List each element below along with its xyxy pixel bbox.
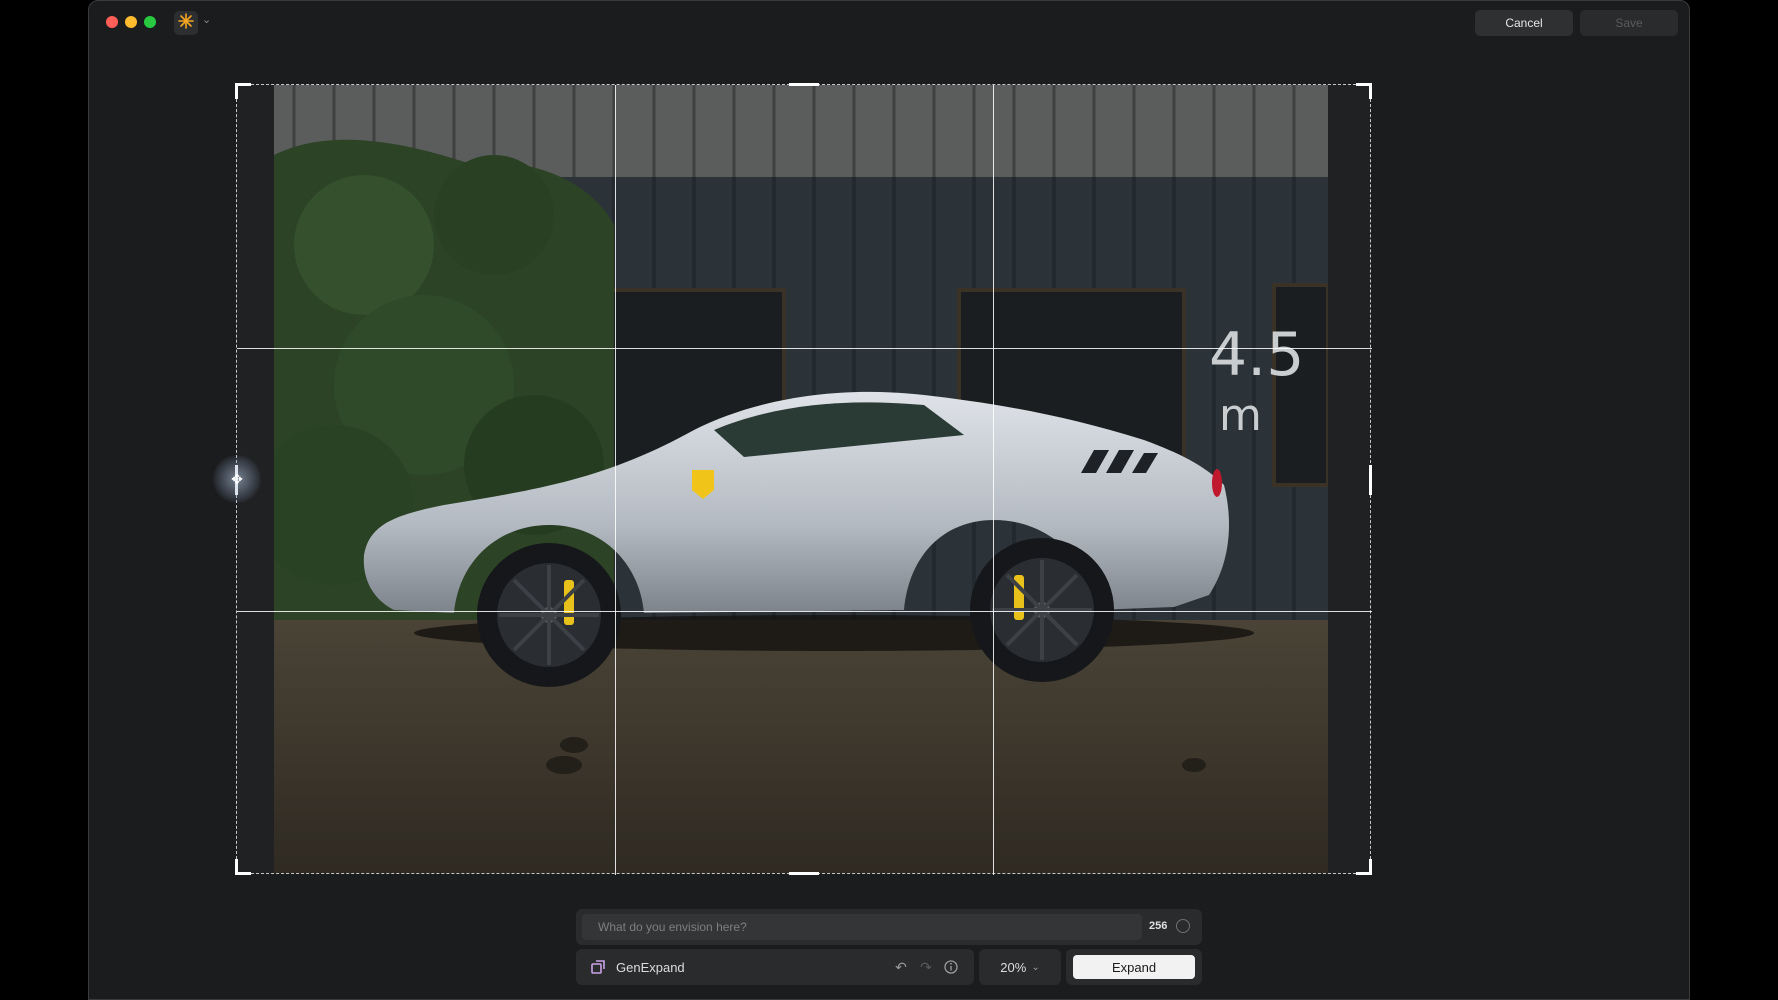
tool-label[interactable]: GenExpand bbox=[616, 960, 685, 975]
redo-icon[interactable]: ↷ bbox=[917, 958, 935, 976]
maximize-window-button[interactable] bbox=[144, 16, 156, 28]
app-menu-button[interactable] bbox=[174, 11, 198, 35]
character-count-ring-icon bbox=[1176, 919, 1190, 933]
crop-frame[interactable]: 4.5 m ✥ bbox=[213, 83, 1372, 875]
cancel-button[interactable]: Cancel bbox=[1475, 10, 1573, 36]
drag-cursor-icon: ✥ bbox=[213, 455, 261, 503]
save-button[interactable]: Save bbox=[1580, 10, 1678, 36]
svg-text:m: m bbox=[1219, 390, 1262, 441]
grid-line-horizontal bbox=[237, 611, 1372, 612]
expand-button[interactable]: Expand bbox=[1073, 955, 1195, 979]
crop-handle-bottom[interactable] bbox=[789, 872, 819, 875]
crop-handle-top-left[interactable] bbox=[235, 83, 251, 99]
close-window-button[interactable] bbox=[106, 16, 118, 28]
crop-handle-bottom-left[interactable] bbox=[235, 859, 251, 875]
gen-expand-icon bbox=[590, 959, 606, 975]
prompt-input[interactable] bbox=[582, 914, 1142, 940]
crop-handle-right[interactable] bbox=[1369, 465, 1372, 495]
crop-handle-bottom-right[interactable] bbox=[1356, 859, 1372, 875]
sparkle-icon bbox=[178, 12, 194, 34]
info-icon[interactable] bbox=[942, 958, 960, 976]
crop-handle-top-right[interactable] bbox=[1356, 83, 1372, 99]
grid-line-vertical bbox=[993, 85, 994, 875]
zoom-dropdown[interactable]: 20% ⌄ bbox=[979, 949, 1061, 985]
expand-canvas: 4.5 m ✥ bbox=[213, 83, 1372, 875]
crop-handle-top[interactable] bbox=[789, 83, 819, 86]
minimize-window-button[interactable] bbox=[125, 16, 137, 28]
undo-icon[interactable]: ↶ bbox=[892, 958, 910, 976]
character-count: 256 bbox=[1149, 920, 1168, 932]
zoom-value: 20% bbox=[1000, 959, 1027, 975]
grid-line-horizontal bbox=[237, 348, 1372, 349]
expand-container: Expand bbox=[1066, 949, 1202, 985]
prompt-bar: 256 bbox=[576, 909, 1202, 945]
svg-text:4.5: 4.5 bbox=[1209, 320, 1304, 390]
photo: 4.5 m bbox=[274, 85, 1328, 873]
tool-bar: GenExpand ↶ ↷ bbox=[576, 949, 974, 985]
chevron-down-icon[interactable]: ⌄ bbox=[202, 13, 211, 26]
grid-line-vertical bbox=[615, 85, 616, 875]
chevron-down-icon: ⌄ bbox=[1031, 961, 1040, 973]
